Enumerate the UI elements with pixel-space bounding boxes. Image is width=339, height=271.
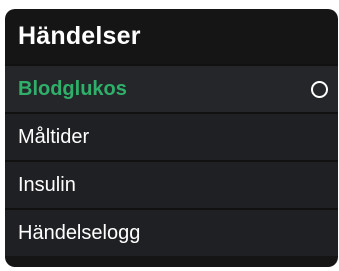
radio-circle-icon[interactable] [311,80,328,98]
events-menu-panel: Händelser Blodglukos Måltider Insulin Hä… [5,9,338,267]
menu-item-label: Måltider [18,125,90,148]
menu-item-insulin[interactable]: Insulin [5,160,338,208]
menu-item-label: Händelselogg [18,221,141,244]
menu-item-label: Blodglukos [18,77,127,100]
menu-title: Händelser [18,22,141,50]
menu-item-label: Insulin [18,173,76,196]
menu-item-handelselogg[interactable]: Händelselogg [5,208,338,256]
menu-item-maltider[interactable]: Måltider [5,112,338,160]
menu-item-blodglukos[interactable]: Blodglukos [5,64,338,112]
